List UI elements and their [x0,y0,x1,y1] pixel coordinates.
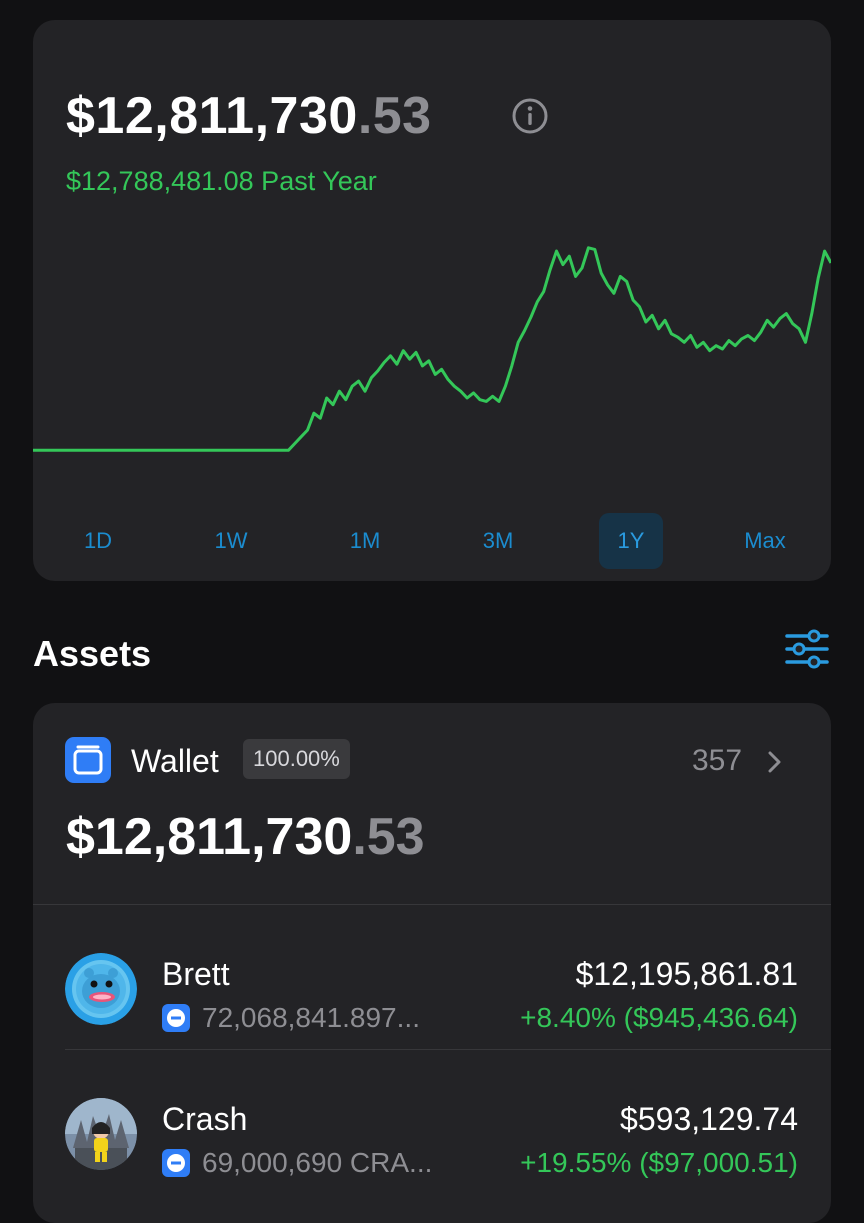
chevron-right-icon[interactable] [766,749,784,775]
wallet-balance: $12,811,730.53 [66,807,425,867]
divider [33,904,831,905]
portfolio-line-chart[interactable] [33,235,831,460]
range-1w-button[interactable]: 1W [199,513,263,569]
chain-icon [162,1004,190,1032]
wallet-assets-card: Wallet 100.00% 357 $12,811,730.53 Brett [33,703,831,1223]
wallet-percent-badge: 100.00% [243,739,350,779]
token-name: Crash [162,1101,248,1137]
crash-avatar-icon [65,1098,137,1170]
balance-cents: .53 [357,87,432,145]
token-value: $12,195,861.81 [575,956,798,992]
range-1y-button[interactable]: 1Y [599,513,663,569]
token-name: Brett [162,956,230,992]
token-delta: +19.55% ($97,000.51) [520,1147,798,1178]
wallet-icon [65,737,111,783]
token-delta: +8.40% ($945,436.64) [520,1002,798,1033]
portfolio-value-line [33,246,831,452]
token-value: $593,129.74 [620,1101,798,1137]
sliders-icon[interactable] [784,628,830,670]
time-range-selector: 1D 1W 1M 3M 1Y Max [33,513,831,569]
brett-avatar-icon [65,953,137,1025]
range-3m-button[interactable]: 3M [466,513,530,569]
token-row-brett[interactable]: Brett 72,068,841.897... $12,195,861.81 +… [33,918,831,1048]
range-1m-button[interactable]: 1M [333,513,397,569]
portfolio-change: $12,788,481.08 Past Year [66,166,377,196]
assets-heading: Assets [33,633,152,674]
info-icon[interactable] [512,98,548,134]
balance-main: $12,811,730 [66,87,358,145]
token-holding: 69,000,690 CRA... [202,1147,433,1178]
wallet-balance-cents: .53 [352,808,425,866]
asset-count[interactable]: 357 [692,741,742,781]
range-1d-button[interactable]: 1D [66,513,130,569]
range-max-button[interactable]: Max [733,513,797,569]
divider [65,1049,831,1050]
token-row-crash[interactable]: Crash 69,000,690 CRA... $593,129.74 +19.… [33,1063,831,1193]
wallet-balance-main: $12,811,730 [66,808,353,866]
wallet-label[interactable]: Wallet [131,741,219,781]
portfolio-chart-card: $12,811,730.53 $12,788,481.08 Past Year … [33,20,831,581]
portfolio-balance: $12,811,730.53 [66,86,432,146]
token-holding: 72,068,841.897... [202,1002,420,1033]
chain-icon [162,1149,190,1177]
